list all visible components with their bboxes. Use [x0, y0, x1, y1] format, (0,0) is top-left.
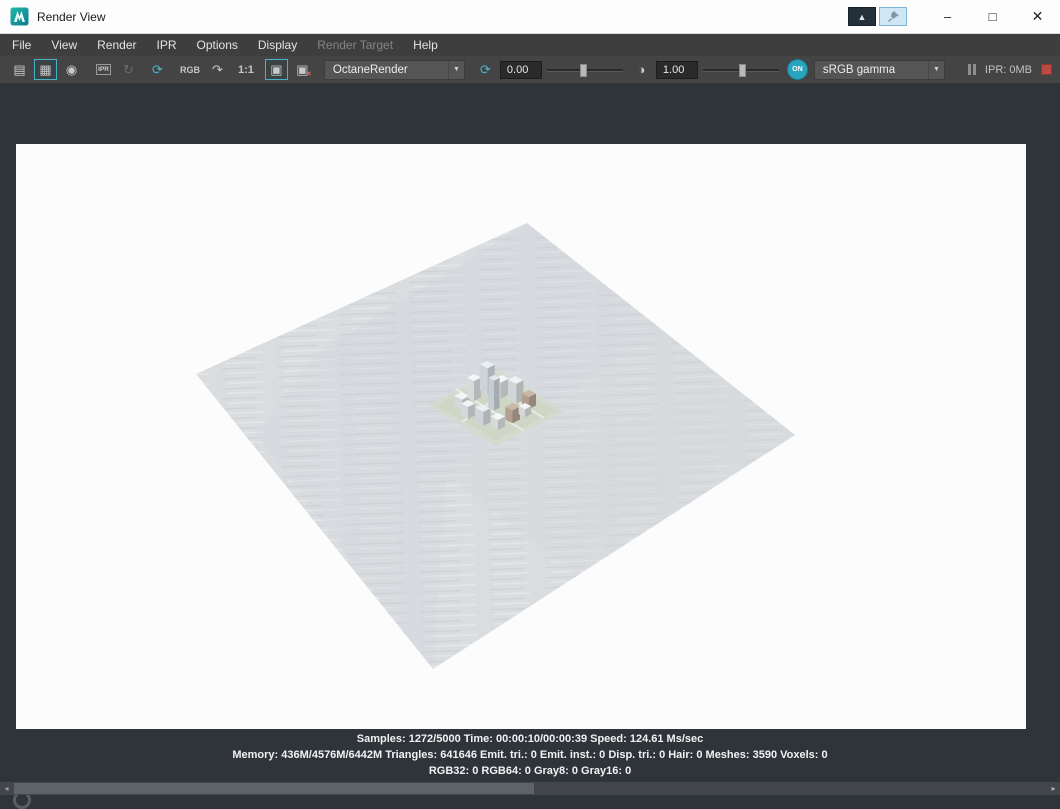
status-line-samples: Samples: 1272/5000 Time: 00:00:10/00:00:… [356, 733, 704, 745]
pause-ipr-button[interactable] [967, 64, 976, 75]
menu-view[interactable]: View [41, 34, 87, 56]
title-bar: Render View ▲ – □ ✕ [0, 0, 1060, 34]
region-refresh-icon: ⟳ [152, 61, 163, 77]
gamma-field[interactable]: 1.00 [655, 60, 698, 79]
refresh-ipr-button: ↻ [117, 59, 140, 80]
keep-image-button[interactable]: ▣ [264, 59, 288, 80]
maya-logo-icon [10, 7, 29, 26]
ipr-icon: IPR [96, 64, 111, 75]
pause-bar [967, 64, 971, 75]
render-toolbar: ▤ ▦ ◉ IPR ↻ ⟳ RGB ↷ 1:1 ▣ ▣ ✕ OctaneRend… [0, 56, 1060, 84]
remove-x-icon: ✕ [306, 71, 312, 78]
menu-file[interactable]: File [2, 34, 41, 56]
render-icon: ▤ [13, 61, 26, 77]
gamma-slider-handle[interactable] [738, 63, 746, 77]
rgb-display-label[interactable]: RGB [178, 65, 202, 75]
menu-options[interactable]: Options [187, 34, 248, 56]
ipr-memory-label: IPR: 0MB [984, 63, 1032, 76]
flip-image-button[interactable]: ↷ [206, 59, 229, 80]
close-button[interactable]: ✕ [1015, 0, 1060, 33]
pause-bar [972, 64, 976, 75]
exposure-slider-handle[interactable] [580, 63, 588, 77]
snapshot-button[interactable]: ◉ [60, 59, 83, 80]
pin-button[interactable] [879, 7, 907, 26]
contrast-button[interactable]: ◑ [630, 59, 653, 80]
redo-previous-render-button[interactable]: ▦ [34, 59, 57, 80]
update-ipr-region-button[interactable]: ⟳ [146, 59, 169, 80]
ipr-render-button[interactable]: IPR [92, 59, 115, 80]
scroll-left-arrow-icon[interactable]: ◂ [0, 782, 13, 795]
exposure-field[interactable]: 0.00 [499, 60, 542, 79]
menu-render-target: Render Target [317, 38, 394, 52]
exposure-slider[interactable] [546, 61, 623, 79]
camera-icon: ◉ [65, 61, 78, 77]
reset-exposure-button[interactable]: ⟳ [474, 59, 497, 80]
window-controls: ▲ – □ ✕ [848, 0, 1060, 34]
dock-up-button[interactable]: ▲ [848, 7, 876, 26]
window-title: Render View [37, 9, 106, 24]
pin-icon [887, 11, 899, 22]
menu-ipr[interactable]: IPR [147, 34, 187, 56]
scrollbar-thumb[interactable] [14, 783, 534, 794]
colorspace-dropdown-value: sRGB gamma [822, 63, 896, 76]
toolbar-right-group: IPR: 0MB [967, 63, 1052, 76]
stop-render-button[interactable] [1041, 64, 1052, 75]
rendered-image[interactable] [16, 144, 1026, 729]
menu-display[interactable]: Display [248, 34, 307, 56]
render-button[interactable]: ▤ [8, 59, 31, 80]
render-status: Samples: 1272/5000 Time: 00:00:10/00:00:… [0, 731, 1060, 779]
chevron-down-icon: ▼ [447, 60, 464, 79]
menu-render[interactable]: Render [87, 34, 146, 56]
gamma-slider[interactable] [702, 61, 779, 79]
menu-bar: File View Render IPR Options Display Ren… [0, 34, 1060, 56]
title-left: Render View [10, 7, 105, 26]
status-line-memory: Memory: 436M/4576M/6442M Triangles: 6416… [232, 749, 828, 761]
refresh-icon: ↻ [123, 61, 134, 77]
maximize-button[interactable]: □ [970, 0, 1015, 33]
chevron-down-icon: ▼ [927, 60, 944, 79]
minimize-button[interactable]: – [925, 0, 970, 33]
colorspace-dropdown[interactable]: sRGB gamma ▼ [813, 59, 945, 80]
color-management-toggle[interactable]: ON [786, 59, 808, 80]
render-scene [196, 223, 795, 669]
flip-icon: ↷ [212, 61, 223, 77]
real-size-button[interactable]: 1:1 [236, 64, 256, 76]
reset-exposure-icon: ⟳ [479, 61, 491, 77]
keep-image-icon: ▣ [270, 61, 283, 77]
menu-help[interactable]: Help [403, 34, 448, 56]
renderer-dropdown-value: OctaneRender [332, 63, 408, 76]
up-arrow-icon: ▲ [857, 11, 867, 22]
scroll-right-arrow-icon[interactable]: ▸ [1047, 782, 1060, 795]
status-line-channels: RGB32: 0 RGB64: 0 Gray8: 0 Gray16: 0 [428, 765, 632, 777]
contrast-icon: ◑ [637, 62, 646, 77]
redo-render-icon: ▦ [39, 61, 52, 77]
renderer-dropdown[interactable]: OctaneRender ▼ [323, 59, 465, 80]
horizontal-scrollbar[interactable]: ◂ ▸ [0, 782, 1060, 795]
render-viewport: Samples: 1272/5000 Time: 00:00:10/00:00:… [0, 84, 1060, 809]
on-toggle-label: ON [792, 66, 803, 73]
remove-image-button[interactable]: ▣ ✕ [291, 59, 314, 80]
